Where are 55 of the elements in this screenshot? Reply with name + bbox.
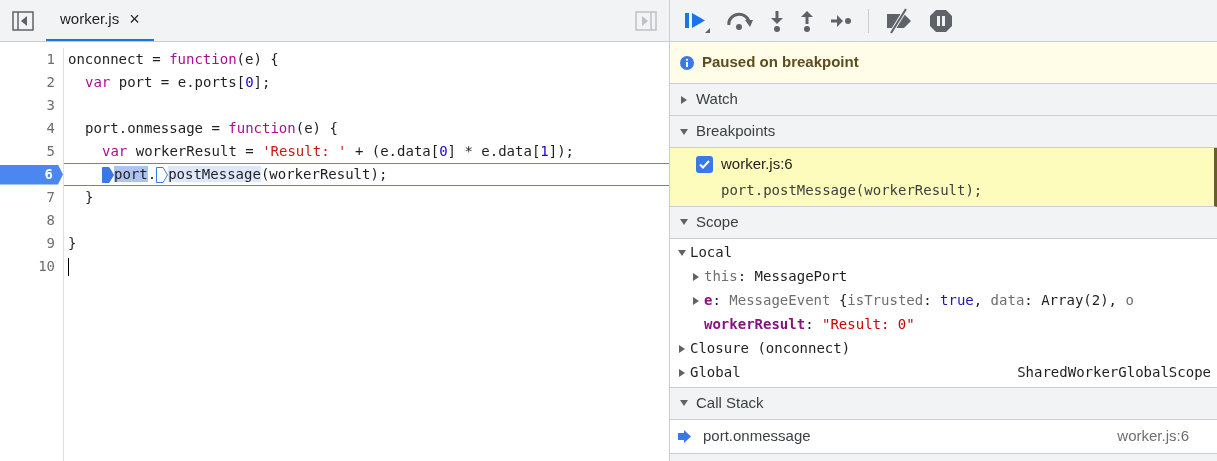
breakpoints-header[interactable]: Breakpoints [696, 120, 776, 143]
property-entry[interactable]: e: MessageEvent {isTrusted: true, data: Array(2), o [704, 290, 1134, 311]
breakpoint-code: port.postMessage(workerResult); [720, 180, 984, 200]
deactivate-breakpoints-icon[interactable] [885, 7, 913, 34]
sidebar-toggle-icon[interactable] [635, 10, 657, 31]
checkbox[interactable] [696, 155, 713, 173]
collapse-triangle-icon[interactable] [680, 127, 688, 136]
step-over-icon[interactable] [726, 10, 754, 31]
code-line: } [68, 234, 77, 253]
info-icon [680, 55, 694, 70]
scope-label[interactable]: Global [690, 362, 741, 383]
watch-header[interactable]: Watch [696, 88, 738, 111]
line-number: 10 [37, 257, 56, 276]
scope-label[interactable]: Local [690, 242, 733, 263]
line-number: 2 [45, 73, 56, 92]
code-line: var workerResult = 'Result: ' + (e.data[0] * e.data[1]); [102, 142, 575, 161]
property-entry[interactable]: this: MessagePort [704, 266, 848, 287]
code-line: port.onmessage = function(e) { [85, 119, 338, 138]
expand-triangle-icon[interactable] [678, 344, 686, 353]
step-icon[interactable] [830, 13, 852, 28]
line-number: 7 [45, 188, 56, 207]
scope-header[interactable]: Scope [696, 210, 739, 234]
expand-triangle-icon[interactable] [692, 296, 700, 305]
frame-name[interactable]: port.onmessage [703, 424, 811, 448]
close-button[interactable]: × [129, 6, 140, 33]
current-line-number[interactable]: 6 [0, 164, 63, 185]
frame-location[interactable]: worker.js:6 [1117, 424, 1209, 448]
property-entry[interactable]: workerResult: "Result: 0" [704, 314, 915, 335]
code-line: var port = e.ports[0]; [85, 73, 271, 92]
code-line: onconnect = function(e) { [68, 50, 279, 69]
expand-triangle-icon[interactable] [692, 272, 700, 281]
call-stack-header[interactable]: Call Stack [696, 391, 764, 415]
status-text: Paused on breakpoint [702, 52, 859, 73]
line-number: 3 [45, 96, 56, 115]
sidebar-toggle-icon[interactable] [12, 10, 34, 31]
scope-label[interactable]: Closure (onconnect) [690, 338, 851, 359]
breakpoint-location[interactable]: worker.js:6 [721, 153, 793, 176]
line-number: 4 [45, 119, 56, 138]
expand-triangle-icon[interactable] [680, 95, 688, 104]
file-tab[interactable]: worker.js × [46, 0, 154, 41]
line-number: 1 [45, 50, 56, 69]
collapse-triangle-icon[interactable] [680, 399, 688, 407]
line-number: 5 [45, 142, 56, 161]
line-number: 9 [45, 234, 56, 253]
expand-triangle-icon[interactable] [678, 368, 686, 377]
check-icon [699, 159, 710, 169]
step-out-icon[interactable] [800, 9, 814, 32]
step-into-icon[interactable] [770, 9, 784, 32]
collapse-triangle-icon[interactable] [680, 218, 688, 226]
line-number: 8 [45, 211, 56, 230]
code-line: } [85, 188, 94, 207]
collapse-triangle-icon[interactable] [678, 248, 686, 257]
code-line: port. postMessage(workerResult); [102, 164, 388, 185]
pause-on-exceptions-icon[interactable] [929, 8, 953, 33]
scope-value: SharedWorkerGlobalScope [1017, 363, 1212, 382]
